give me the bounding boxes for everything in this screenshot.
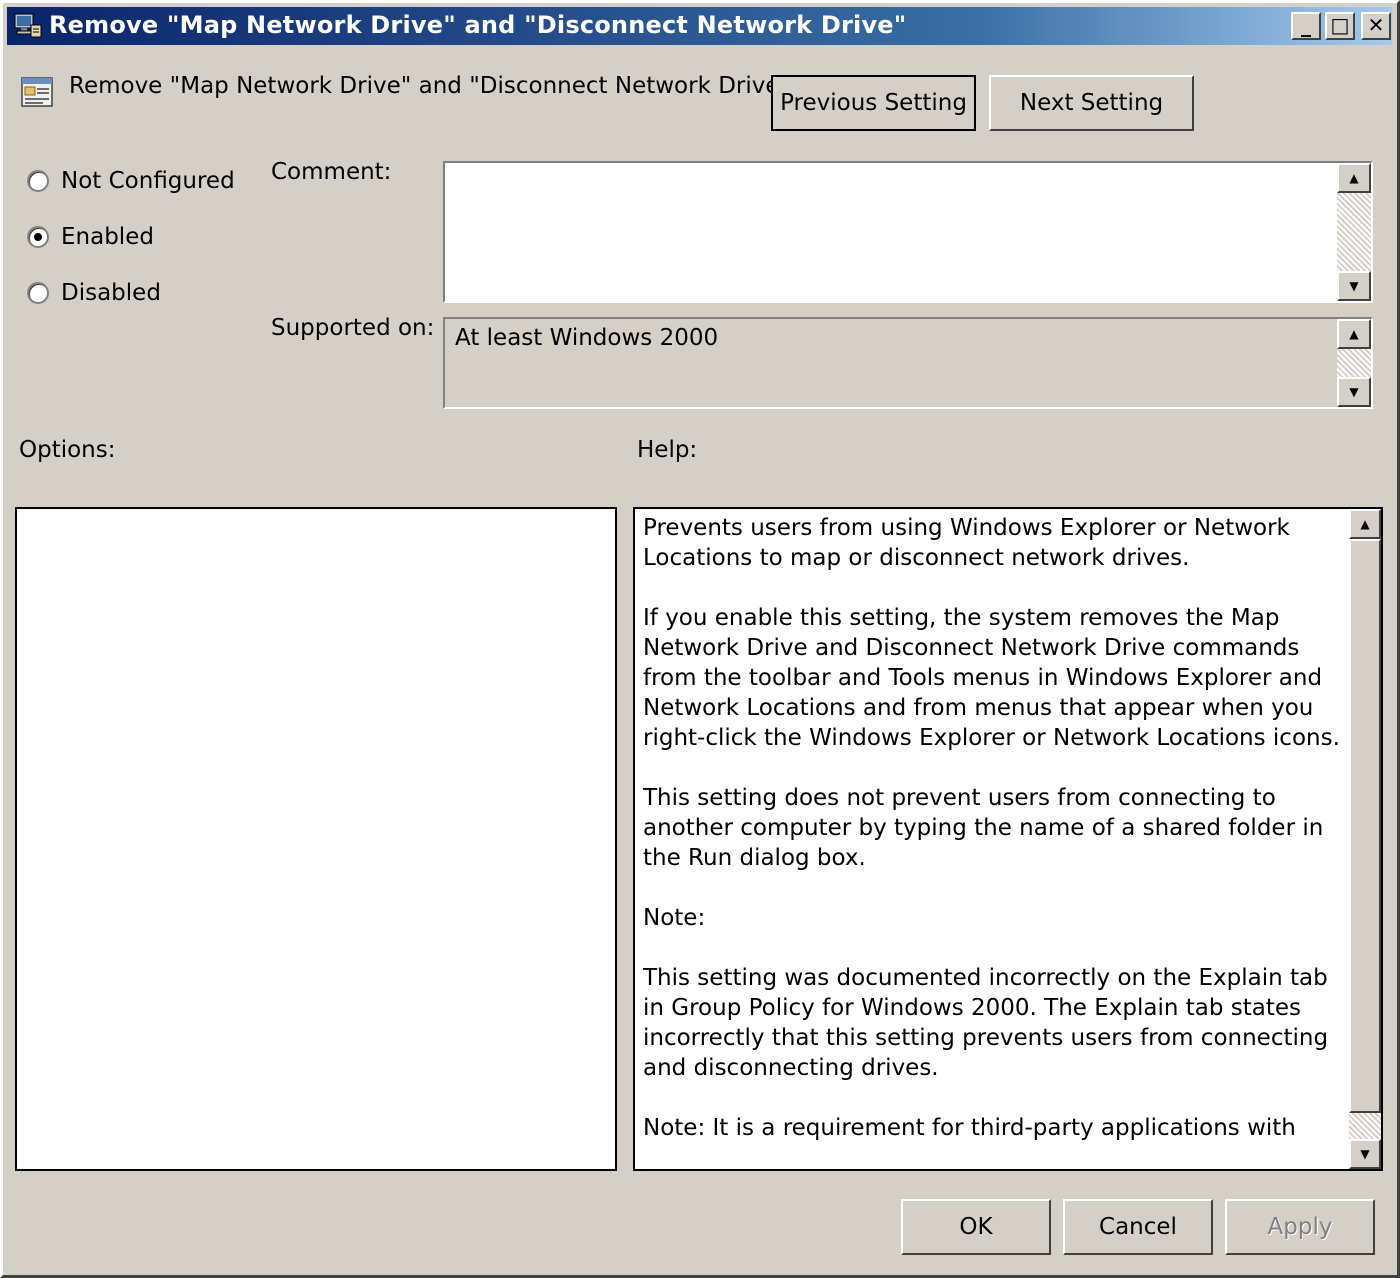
cancel-label: Cancel [1099, 1214, 1177, 1240]
minimize-icon: _ [1301, 13, 1311, 37]
supported-on-value: At least Windows 2000 [455, 325, 719, 351]
radio-label-not-configured: Not Configured [61, 168, 235, 194]
radio-disabled[interactable]: Disabled [27, 278, 161, 308]
help-scroll-track[interactable] [1349, 1113, 1381, 1139]
window-title: Remove "Map Network Drive" and "Disconne… [49, 11, 907, 39]
radio-circle-not-configured[interactable] [27, 170, 49, 192]
supported-on-box: At least Windows 2000 ▲ ▼ [443, 317, 1373, 409]
help-label: Help: [637, 437, 698, 463]
radio-label-disabled: Disabled [61, 280, 161, 306]
help-paragraph: This setting was documented incorrectly … [643, 965, 1329, 1081]
radio-circle-enabled[interactable] [27, 226, 49, 248]
maximize-button[interactable]: □ [1325, 12, 1355, 40]
scroll-up-icon[interactable]: ▲ [1349, 509, 1381, 539]
previous-setting-button[interactable]: Previous Setting [771, 75, 976, 131]
close-icon: ✕ [1367, 13, 1385, 37]
ok-button[interactable]: OK [901, 1199, 1051, 1255]
next-setting-button[interactable]: Next Setting [989, 75, 1194, 131]
comment-textarea[interactable]: ▲ ▼ [443, 161, 1373, 303]
minimize-button[interactable]: _ [1291, 12, 1321, 40]
policy-dialog-window: Remove "Map Network Drive" and "Disconne… [0, 0, 1400, 1278]
help-scrollbar[interactable]: ▲ ▼ [1349, 509, 1381, 1169]
help-paragraph: Note: [643, 905, 706, 931]
comment-label: Comment: [271, 159, 392, 185]
title-bar[interactable]: Remove "Map Network Drive" and "Disconne… [7, 7, 1392, 45]
options-label: Options: [19, 437, 116, 463]
apply-label: Apply [1267, 1214, 1333, 1240]
radio-label-enabled: Enabled [61, 224, 154, 250]
help-paragraph: If you enable this setting, the system r… [643, 605, 1340, 751]
apply-button[interactable]: Apply [1225, 1199, 1375, 1255]
radio-circle-disabled[interactable] [27, 282, 49, 304]
scroll-down-icon[interactable]: ▼ [1349, 1139, 1381, 1169]
options-panel [15, 507, 617, 1171]
help-paragraph: This setting does not prevent users from… [643, 785, 1324, 871]
help-panel: Prevents users from using Windows Explor… [633, 507, 1383, 1171]
close-button[interactable]: ✕ [1361, 12, 1391, 40]
scroll-down-icon[interactable]: ▼ [1337, 377, 1371, 407]
ok-label: OK [959, 1214, 993, 1240]
supported-on-label: Supported on: [271, 315, 435, 341]
help-paragraph: Note: It is a requirement for third-part… [643, 1115, 1296, 1141]
radio-enabled[interactable]: Enabled [27, 222, 154, 252]
help-scroll-thumb[interactable] [1349, 539, 1381, 1113]
scroll-up-icon[interactable]: ▲ [1337, 319, 1371, 349]
supported-scrollbar[interactable]: ▲ ▼ [1337, 319, 1371, 407]
comment-scrollbar[interactable]: ▲ ▼ [1337, 163, 1371, 301]
policy-name: Remove "Map Network Drive" and "Disconne… [69, 73, 791, 99]
cancel-button[interactable]: Cancel [1063, 1199, 1213, 1255]
help-paragraph: Prevents users from using Windows Explor… [643, 515, 1290, 571]
scroll-up-icon[interactable]: ▲ [1337, 163, 1371, 193]
policy-setting-icon [21, 77, 53, 107]
scroll-down-icon[interactable]: ▼ [1337, 271, 1371, 301]
computer-network-icon [14, 13, 42, 38]
previous-setting-label: Previous Setting [780, 90, 967, 116]
radio-not-configured[interactable]: Not Configured [27, 166, 235, 196]
next-setting-label: Next Setting [1019, 90, 1164, 116]
maximize-icon: □ [1330, 13, 1350, 37]
help-text: Prevents users from using Windows Explor… [643, 513, 1345, 1169]
